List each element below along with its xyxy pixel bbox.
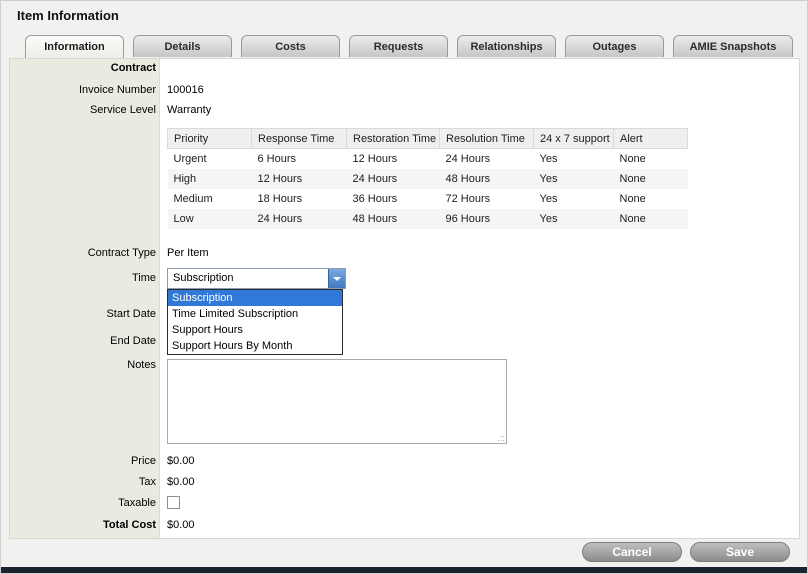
tab-amie-snapshots[interactable]: AMIE Snapshots [673, 35, 793, 57]
chevron-down-icon[interactable] [328, 269, 345, 288]
item-information-window: Item Information Information Details Cos… [0, 0, 808, 574]
total-cost-value: $0.00 [167, 519, 195, 531]
col-header-priority: Priority [168, 129, 252, 149]
table-header-row: Priority Response Time Restoration Time … [168, 129, 688, 149]
col-header-response-time: Response Time [252, 129, 347, 149]
cell: 18 Hours [252, 189, 347, 209]
cell: None [614, 189, 688, 209]
cell: Yes [534, 209, 614, 229]
notes-field-wrap: .:: [167, 359, 507, 444]
table-row: High 12 Hours 24 Hours 48 Hours Yes None [168, 169, 688, 189]
col-header-24x7-support: 24 x 7 support [534, 129, 614, 149]
tax-label: Tax [9, 476, 156, 488]
service-level-value: Warranty [167, 104, 211, 116]
dropdown-option-support-hours[interactable]: Support Hours [168, 322, 342, 338]
invoice-number-value: 100016 [167, 84, 204, 96]
tab-bar: Information Details Costs Requests Relat… [25, 35, 793, 58]
dropdown-option-time-limited-subscription[interactable]: Time Limited Subscription [168, 306, 342, 322]
contract-type-label: Contract Type [9, 247, 156, 259]
cell: Low [168, 209, 252, 229]
cell: 72 Hours [440, 189, 534, 209]
contract-section-label: Contract [9, 62, 156, 74]
cell: Yes [534, 169, 614, 189]
table-row: Urgent 6 Hours 12 Hours 24 Hours Yes Non… [168, 149, 688, 169]
time-dropdown-list: Subscription Time Limited Subscription S… [167, 289, 343, 355]
tab-relationships[interactable]: Relationships [457, 35, 556, 57]
cell: 24 Hours [252, 209, 347, 229]
col-header-restoration-time: Restoration Time [347, 129, 440, 149]
time-select[interactable]: Subscription [167, 268, 346, 289]
cancel-button[interactable]: Cancel [582, 542, 682, 562]
price-label: Price [9, 455, 156, 467]
taxable-checkbox[interactable] [167, 496, 180, 509]
dropdown-option-subscription[interactable]: Subscription [168, 290, 342, 306]
cell: Medium [168, 189, 252, 209]
col-header-resolution-time: Resolution Time [440, 129, 534, 149]
price-value: $0.00 [167, 455, 195, 467]
time-label: Time [9, 272, 156, 284]
cell: None [614, 149, 688, 169]
cell: High [168, 169, 252, 189]
tab-outages[interactable]: Outages [565, 35, 664, 57]
taxable-label: Taxable [9, 497, 156, 509]
save-button[interactable]: Save [690, 542, 790, 562]
table-row: Medium 18 Hours 36 Hours 72 Hours Yes No… [168, 189, 688, 209]
cell: Urgent [168, 149, 252, 169]
notes-label: Notes [9, 359, 156, 371]
tax-value: $0.00 [167, 476, 195, 488]
cell: 12 Hours [347, 149, 440, 169]
cell: 12 Hours [252, 169, 347, 189]
cell: Yes [534, 189, 614, 209]
cell: 6 Hours [252, 149, 347, 169]
service-level-table: Priority Response Time Restoration Time … [167, 128, 688, 229]
tab-details[interactable]: Details [133, 35, 232, 57]
time-select-value: Subscription [173, 272, 234, 284]
tab-costs[interactable]: Costs [241, 35, 340, 57]
contract-type-value: Per Item [167, 247, 209, 259]
dropdown-option-support-hours-by-month[interactable]: Support Hours By Month [168, 338, 342, 354]
cell: None [614, 209, 688, 229]
start-date-label: Start Date [9, 308, 156, 320]
invoice-number-label: Invoice Number [9, 84, 156, 96]
table-row: Low 24 Hours 48 Hours 96 Hours Yes None [168, 209, 688, 229]
cell: 24 Hours [440, 149, 534, 169]
total-cost-label: Total Cost [9, 519, 156, 531]
cell: None [614, 169, 688, 189]
cell: 36 Hours [347, 189, 440, 209]
bottom-accent-bar [1, 567, 807, 573]
cell: 48 Hours [440, 169, 534, 189]
end-date-label: End Date [9, 335, 156, 347]
cell: 96 Hours [440, 209, 534, 229]
cell: 24 Hours [347, 169, 440, 189]
col-header-alert: Alert [614, 129, 688, 149]
tab-requests[interactable]: Requests [349, 35, 448, 57]
cell: 48 Hours [347, 209, 440, 229]
cell: Yes [534, 149, 614, 169]
tab-information[interactable]: Information [25, 35, 124, 58]
service-level-label: Service Level [9, 104, 156, 116]
notes-textarea[interactable] [167, 359, 507, 444]
page-title: Item Information [17, 8, 119, 23]
